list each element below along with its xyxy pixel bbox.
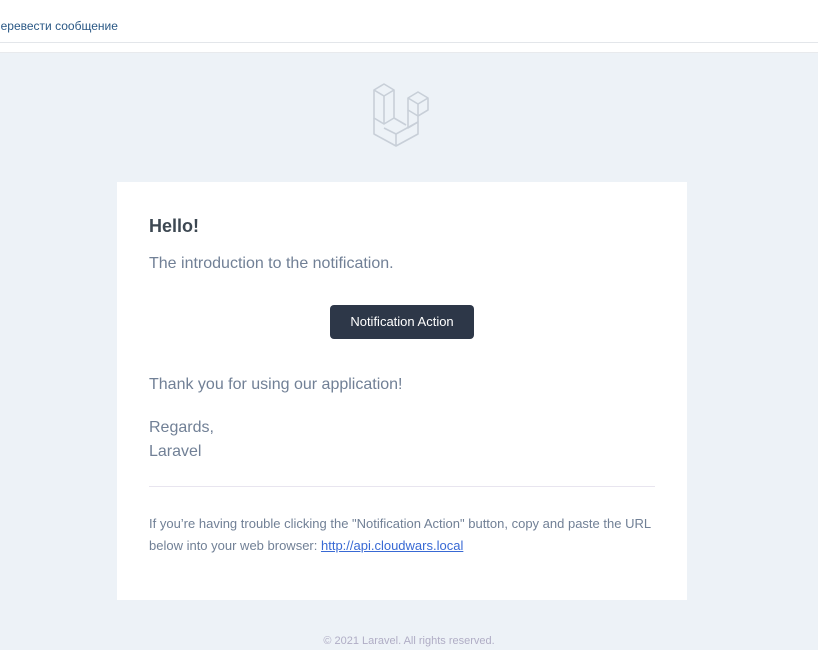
regards-block: Regards, Laravel [149,416,214,464]
divider [149,486,655,487]
greeting-heading: Hello! [149,216,200,236]
email-card: Hello! The introduction to the notificat… [117,182,687,600]
signature-text: Laravel [149,443,202,460]
action-url-link[interactable]: http://api.cloudwars.local [321,538,463,553]
subcopy-text: If you’re having trouble clicking the "N… [149,513,655,557]
separator [0,43,818,53]
footer-copyright: © 2021 Laravel. All rights reserved. [323,635,495,647]
thanks-text: Thank you for using our application! [149,376,403,393]
laravel-logo-icon [373,83,429,147]
regards-text: Regards, [149,419,214,436]
translate-bar: Перевести сообщение [0,10,818,43]
intro-text: The introduction to the notification. [149,255,394,272]
notification-action-button[interactable]: Notification Action [330,305,474,339]
translate-message-link[interactable]: Перевести сообщение [0,19,118,33]
